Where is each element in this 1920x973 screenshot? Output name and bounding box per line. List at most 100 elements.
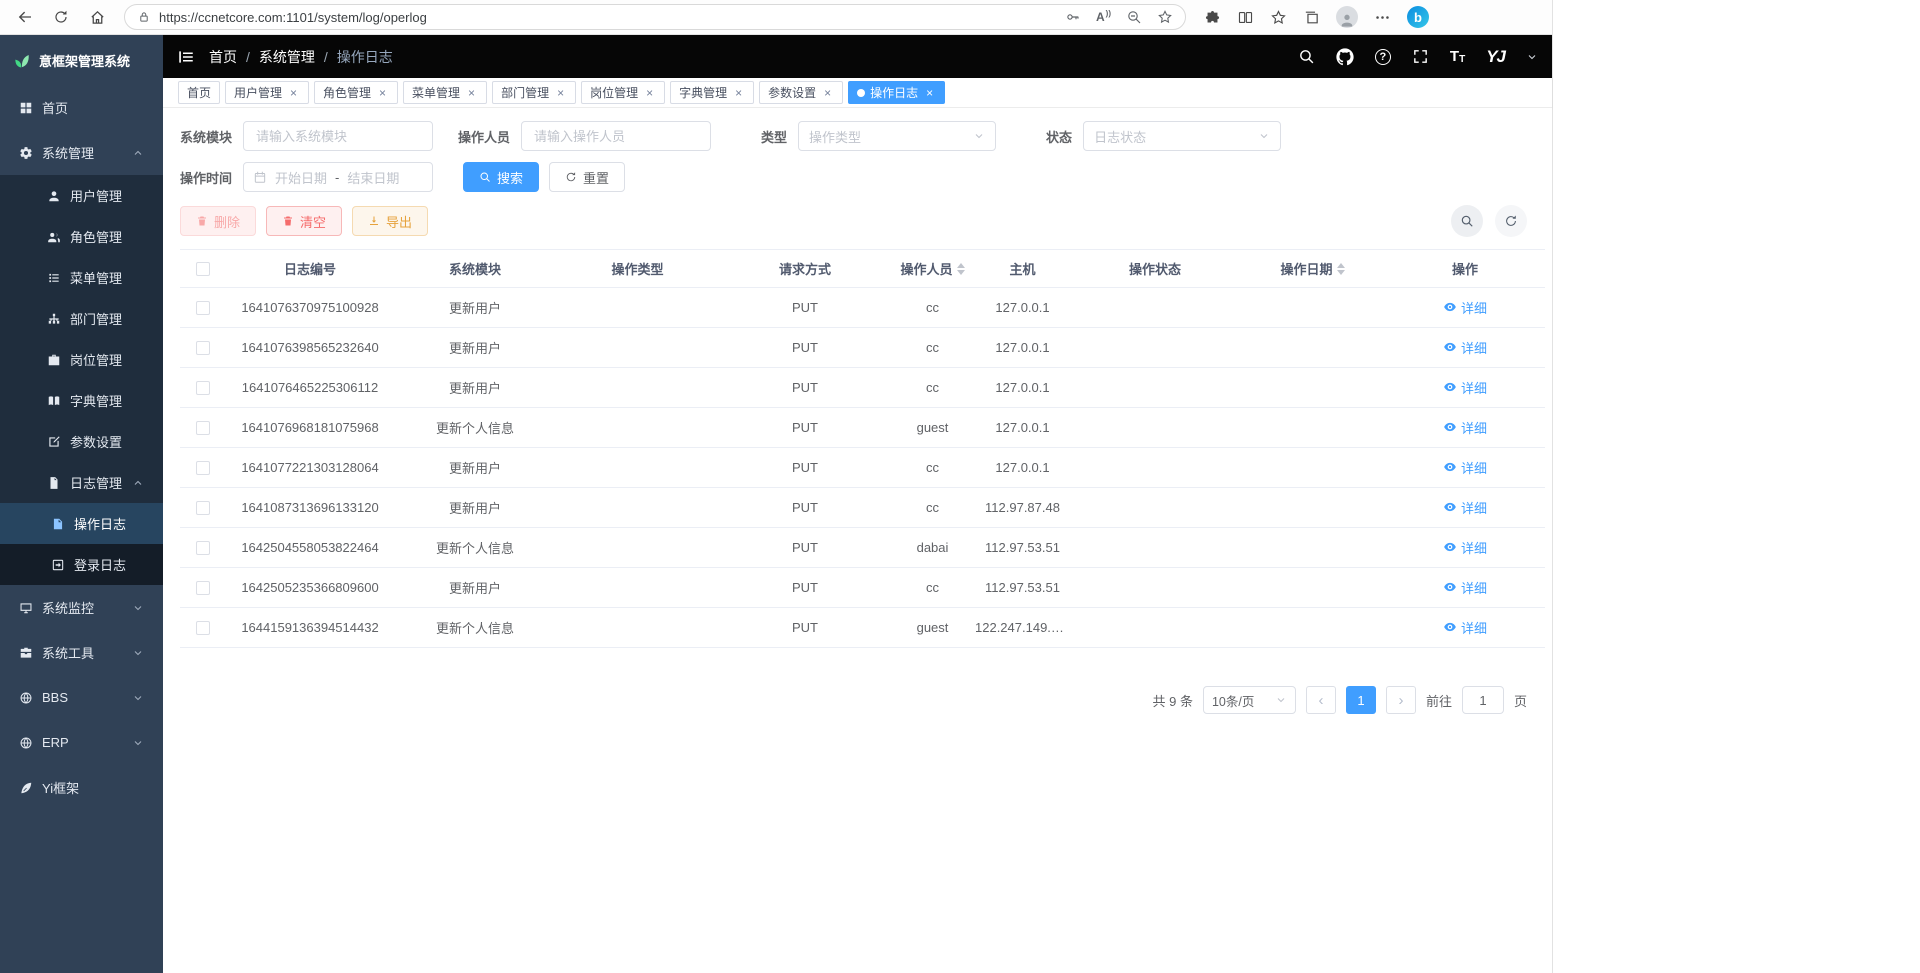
tab-close-icon[interactable]: × <box>923 86 936 100</box>
sidebar-item-user[interactable]: 用户管理 <box>0 175 163 216</box>
clear-button[interactable]: 清空 <box>266 206 342 236</box>
detail-link[interactable]: 详细 <box>1443 538 1487 557</box>
bing-icon[interactable]: b <box>1407 6 1429 28</box>
sidebar-item-tools[interactable]: 系统工具 <box>0 630 163 675</box>
tab-close-icon[interactable]: × <box>554 86 567 100</box>
tab-user[interactable]: 用户管理× <box>225 81 309 104</box>
zoom-out-icon[interactable] <box>1126 9 1142 25</box>
tab-close-icon[interactable]: × <box>465 86 478 100</box>
user-logo[interactable]: YJ <box>1486 47 1505 67</box>
tab-close-icon[interactable]: × <box>643 86 656 100</box>
profile-avatar[interactable] <box>1336 6 1358 28</box>
breadcrumb-system[interactable]: 系统管理 <box>259 47 315 67</box>
url-input[interactable] <box>159 10 1057 25</box>
browser-menu-icon[interactable] <box>1374 9 1391 26</box>
row-checkbox[interactable] <box>196 541 210 555</box>
goto-page-input[interactable] <box>1462 686 1504 714</box>
sidebar-item-menu[interactable]: 菜单管理 <box>0 257 163 298</box>
sidebar-item-monitor[interactable]: 系统监控 <box>0 585 163 630</box>
detail-link[interactable]: 详细 <box>1443 298 1487 317</box>
row-checkbox[interactable] <box>196 301 210 315</box>
add-favorite-icon[interactable] <box>1157 9 1173 25</box>
detail-link[interactable]: 详细 <box>1443 458 1487 477</box>
tab-close-icon[interactable]: × <box>376 86 389 100</box>
chevron-down-icon[interactable] <box>1526 51 1538 63</box>
browser-back-button[interactable] <box>10 3 40 31</box>
font-size-icon[interactable]: TT <box>1450 48 1465 65</box>
hamburger-icon[interactable] <box>177 48 195 66</box>
tab-role[interactable]: 角色管理× <box>314 81 398 104</box>
tab-dept[interactable]: 部门管理 × <box>492 81 576 104</box>
sidebar-item-loginlog[interactable]: 登录日志 <box>0 544 163 585</box>
help-icon[interactable]: ? <box>1375 49 1391 65</box>
detail-link[interactable]: 详细 <box>1443 378 1487 397</box>
address-bar[interactable]: A)) <box>124 4 1186 30</box>
row-checkbox[interactable] <box>196 421 210 435</box>
tab-dict[interactable]: 字典管理× <box>670 81 754 104</box>
row-checkbox[interactable] <box>196 501 210 515</box>
tab-label: 部门管理 <box>501 84 549 101</box>
sidebar-item-post[interactable]: 岗位管理 <box>0 339 163 380</box>
search-button[interactable]: 搜索 <box>463 162 539 192</box>
toggle-search-button[interactable] <box>1451 205 1483 237</box>
sidebar-item-operlog[interactable]: 操作日志 <box>0 503 163 544</box>
menu-label: 登录日志 <box>74 555 126 574</box>
detail-link[interactable]: 详细 <box>1443 618 1487 637</box>
sort-icon[interactable] <box>957 263 965 275</box>
sidebar-item-bbs[interactable]: BBS <box>0 675 163 720</box>
refresh-table-button[interactable] <box>1495 205 1527 237</box>
detail-link[interactable]: 详细 <box>1443 498 1487 517</box>
export-button[interactable]: 导出 <box>352 206 428 236</box>
prev-page-button[interactable]: ‹ <box>1306 686 1336 714</box>
sidebar-item-role[interactable]: 角色管理 <box>0 216 163 257</box>
delete-button[interactable]: 删除 <box>180 206 256 236</box>
tab-operlog[interactable]: 操作日志× <box>848 81 945 104</box>
browser-home-button[interactable] <box>82 3 112 31</box>
sort-icon[interactable] <box>1337 263 1345 275</box>
tab-home[interactable]: 首页 <box>178 81 220 104</box>
favorites-bar-icon[interactable] <box>1270 9 1287 26</box>
sidebar-item-log[interactable]: 日志管理 <box>0 462 163 503</box>
date-range-picker[interactable]: 开始日期 - 结束日期 <box>243 162 433 192</box>
detail-link[interactable]: 详细 <box>1443 578 1487 597</box>
row-checkbox[interactable] <box>196 581 210 595</box>
row-checkbox[interactable] <box>196 341 210 355</box>
github-icon[interactable] <box>1336 48 1354 66</box>
extensions-icon[interactable] <box>1204 9 1221 26</box>
breadcrumb-home[interactable]: 首页 <box>209 47 237 67</box>
row-checkbox[interactable] <box>196 381 210 395</box>
type-select[interactable]: 操作类型 <box>798 121 996 151</box>
sidebar-item-home[interactable]: 首页 <box>0 85 163 130</box>
tab-menu[interactable]: 菜单管理× <box>403 81 487 104</box>
split-screen-icon[interactable] <box>1237 9 1254 26</box>
detail-link[interactable]: 详细 <box>1443 338 1487 357</box>
fullscreen-icon[interactable] <box>1412 48 1429 65</box>
row-checkbox[interactable] <box>196 621 210 635</box>
collections-icon[interactable] <box>1303 9 1320 26</box>
status-select[interactable]: 日志状态 <box>1083 121 1281 151</box>
page-button-1[interactable]: 1 <box>1346 686 1376 714</box>
tab-close-icon[interactable]: × <box>821 86 834 100</box>
operator-input[interactable] <box>521 121 711 151</box>
reset-button[interactable]: 重置 <box>549 162 625 192</box>
page-size-select[interactable]: 10条/页 <box>1203 686 1296 714</box>
sidebar-item-erp[interactable]: ERP <box>0 720 163 765</box>
tab-param[interactable]: 参数设置× <box>759 81 843 104</box>
detail-link[interactable]: 详细 <box>1443 418 1487 437</box>
tab-close-icon[interactable]: × <box>732 86 745 100</box>
select-all-checkbox[interactable] <box>196 262 210 276</box>
module-input[interactable] <box>243 121 433 151</box>
sidebar-item-yi[interactable]: Yi框架 <box>0 765 163 810</box>
sidebar-item-dept[interactable]: 部门管理 <box>0 298 163 339</box>
read-aloud-icon[interactable]: A)) <box>1096 10 1111 24</box>
row-checkbox[interactable] <box>196 461 210 475</box>
tab-post[interactable]: 岗位管理× <box>581 81 665 104</box>
search-icon[interactable] <box>1298 48 1315 65</box>
tab-close-icon[interactable]: × <box>287 86 300 100</box>
sidebar-item-param[interactable]: 参数设置 <box>0 421 163 462</box>
sidebar-item-system[interactable]: 系统管理 <box>0 130 163 175</box>
password-key-icon[interactable] <box>1065 9 1081 25</box>
browser-refresh-button[interactable] <box>46 3 76 31</box>
sidebar-item-dict[interactable]: 字典管理 <box>0 380 163 421</box>
next-page-button[interactable]: › <box>1386 686 1416 714</box>
